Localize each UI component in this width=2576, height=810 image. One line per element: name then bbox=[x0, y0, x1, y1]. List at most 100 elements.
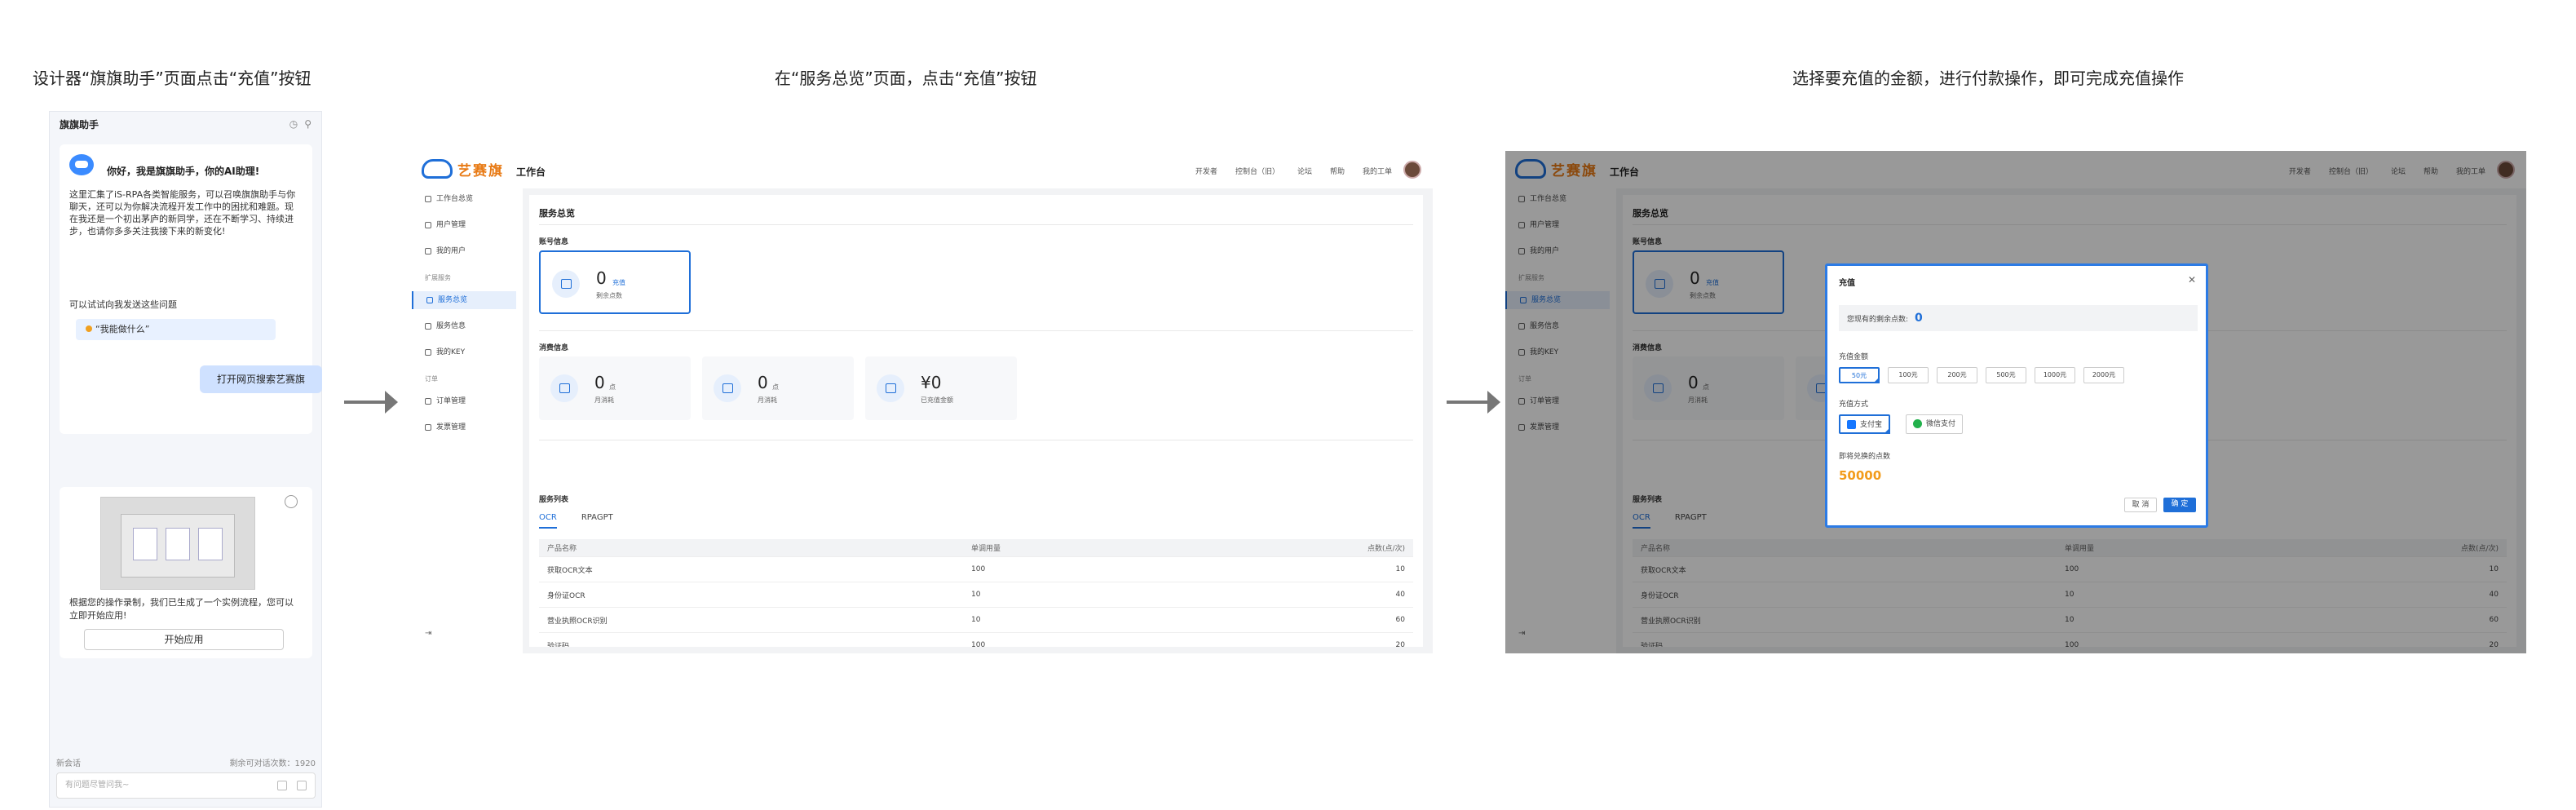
consume-value: 0 bbox=[594, 373, 605, 392]
sidebar-label: 我的KEY bbox=[436, 348, 466, 356]
service-table: 产品名称 单调用量 点数(点/次) 获取OCR文本 100 10 身份证OCR 10 40 … bbox=[539, 539, 1413, 647]
amount-option[interactable]: 100元 bbox=[1888, 367, 1929, 383]
invoice-icon bbox=[425, 424, 431, 431]
top-link-tickets[interactable]: 我的工单 bbox=[1363, 166, 1392, 176]
col-header: 点数(点/次) bbox=[1367, 545, 1405, 553]
modal-balance-label: 您现有的剩余点数: bbox=[1847, 316, 1909, 324]
pay-wechat[interactable]: 微信支付 bbox=[1906, 414, 1964, 434]
recharge-link[interactable]: 充值 bbox=[612, 278, 625, 287]
search-icon[interactable]: ⚲ bbox=[304, 118, 312, 130]
pay-alipay[interactable]: 支付宝 bbox=[1839, 414, 1891, 434]
top-link-console[interactable]: 控制台（旧） bbox=[1235, 166, 1279, 176]
sidebar-label: 我的用户 bbox=[436, 247, 466, 255]
table-row: 验证码 100 20 bbox=[539, 633, 1413, 647]
pay-label-text: 微信支付 bbox=[1926, 420, 1956, 428]
calendar-icon bbox=[550, 374, 578, 402]
service-overview-window: 艺赛旗 工作台 开发者 控制台（旧） 论坛 帮助 我的工单 工作台总览 用户管理… bbox=[412, 151, 1433, 653]
modal-balance-value: 0 bbox=[1915, 312, 1923, 325]
amount-option[interactable]: 50元 bbox=[1839, 367, 1880, 383]
service-section-title: 服务列表 bbox=[539, 496, 569, 504]
history-icon[interactable]: ◷ bbox=[289, 118, 298, 130]
order-icon bbox=[425, 398, 431, 405]
image-icon[interactable] bbox=[277, 781, 287, 790]
cell: 10 bbox=[1395, 565, 1405, 573]
sidebar-item-service-info[interactable]: 服务信息 bbox=[412, 317, 516, 335]
logo-text: 艺赛旗 bbox=[457, 163, 504, 179]
top-link-help[interactable]: 帮助 bbox=[1330, 166, 1345, 176]
cell: 10 bbox=[971, 616, 981, 624]
amount-label: 充值金额 bbox=[1839, 353, 1869, 361]
top-link-forum[interactable]: 论坛 bbox=[1297, 166, 1312, 176]
recharge-modal: 充值 ✕ 您现有的剩余点数: 0 充值金额 50元 100元 200元 500元 … bbox=[1825, 263, 2208, 528]
wallet-icon bbox=[552, 270, 580, 298]
cloud-logo-icon bbox=[422, 159, 453, 179]
zoom-icon[interactable] bbox=[285, 495, 298, 508]
sidebar-label: 工作台总览 bbox=[436, 195, 474, 203]
sidebar-item-my-users[interactable]: 我的用户 bbox=[412, 242, 516, 260]
welcome-card: 你好，我是旗旗助手，你的AI助理! 这里汇集了iS-RPA各类智能服务，可以召唤… bbox=[60, 144, 322, 434]
greeting: 你好，我是旗旗助手，你的AI助理! bbox=[107, 166, 260, 177]
flow-thumbnail[interactable] bbox=[100, 497, 255, 590]
close-icon[interactable]: ✕ bbox=[2188, 274, 2196, 285]
service-overview-page: 服务总览 账号信息 0 充值 剩余点数 消费信息 0 点 月消耗 0 点 月消耗 bbox=[529, 195, 1423, 647]
arrow-right-icon bbox=[1447, 391, 1500, 414]
send-icon[interactable] bbox=[297, 781, 307, 790]
assistant-header: 旗旗助手 ◷ ⚲ bbox=[50, 112, 321, 136]
assistant-title: 旗旗助手 bbox=[60, 118, 99, 131]
consume-unit: 点 bbox=[772, 383, 779, 391]
sidebar-group-expand: 扩展服务 bbox=[425, 274, 451, 281]
cell: 身份证OCR bbox=[547, 591, 585, 600]
sidebar-item-orders[interactable]: 订单管理 bbox=[412, 392, 516, 410]
cell: 40 bbox=[1395, 591, 1405, 599]
points-label: 即将兑换的点数 bbox=[1839, 453, 1891, 461]
tab-ocr[interactable]: OCR bbox=[539, 513, 557, 529]
consume-card: 0 点 月消耗 bbox=[539, 356, 691, 420]
sidebar-item-invoices[interactable]: 发票管理 bbox=[412, 418, 516, 436]
sidebar: 工作台总览 用户管理 我的用户 扩展服务 服务总览 服务信息 我的KEY 订单 … bbox=[412, 188, 516, 653]
top-bar: 艺赛旗 工作台 开发者 控制台（旧） 论坛 帮助 我的工单 bbox=[412, 151, 1433, 188]
grid-icon bbox=[426, 297, 433, 303]
cell: 100 bbox=[971, 565, 986, 573]
top-links: 开发者 控制台（旧） 论坛 帮助 我的工单 bbox=[1195, 166, 1392, 176]
col-header: 产品名称 bbox=[547, 545, 577, 553]
sidebar-item-my-key[interactable]: 我的KEY bbox=[412, 343, 516, 361]
cell: 100 bbox=[971, 641, 986, 647]
new-session-button[interactable]: 新会话 bbox=[56, 756, 81, 768]
top-link-developer[interactable]: 开发者 bbox=[1195, 166, 1217, 176]
assistant-panel: 旗旗助手 ◷ ⚲ 你好，我是旗旗助手，你的AI助理! 这里汇集了iS-RPA各类智… bbox=[49, 111, 322, 808]
amount-option[interactable]: 500元 bbox=[1986, 367, 2026, 383]
sidebar-item-users[interactable]: 用户管理 bbox=[412, 216, 516, 234]
sidebar-label: 发票管理 bbox=[436, 423, 466, 432]
consume-value: ¥0 bbox=[921, 373, 942, 392]
sidebar-group-order: 订单 bbox=[425, 375, 438, 383]
step3-caption: 选择要充值的金额，进行付款操作，即可完成充值操作 bbox=[1792, 69, 2184, 88]
cell: 60 bbox=[1395, 616, 1405, 624]
table-row: 身份证OCR 10 40 bbox=[539, 582, 1413, 608]
tab-rpagpt[interactable]: RPAGPT bbox=[581, 513, 613, 529]
amount-option[interactable]: 1000元 bbox=[2035, 367, 2075, 383]
confirm-button[interactable]: 确 定 bbox=[2163, 498, 2196, 512]
cancel-button[interactable]: 取 消 bbox=[2124, 498, 2157, 512]
amount-option[interactable]: 200元 bbox=[1937, 367, 1977, 383]
start-button[interactable]: 开始应用 bbox=[84, 629, 284, 650]
chat-input[interactable]: 有问题尽管问我~ bbox=[56, 772, 316, 799]
home-icon bbox=[425, 248, 431, 255]
cell: 验证码 bbox=[547, 642, 570, 648]
suggestion-chip[interactable]: “我能做什么” bbox=[76, 319, 276, 340]
avatar[interactable] bbox=[1403, 161, 1421, 179]
collapse-icon[interactable]: ⇥ bbox=[425, 629, 431, 638]
assistant-footer: 新会话 剩余可对话次数：1920 bbox=[56, 756, 316, 768]
page-title: 服务总览 bbox=[539, 208, 575, 219]
user-icon bbox=[425, 222, 431, 228]
bulb-icon bbox=[86, 325, 92, 332]
amount-option[interactable]: 2000元 bbox=[2083, 367, 2124, 383]
step1-caption: 设计器“旗旗助手”页面点击“充值”按钮 bbox=[33, 69, 312, 88]
main-content: 服务总览 账号信息 0 充值 剩余点数 消费信息 0 点 月消耗 0 点 月消耗 bbox=[523, 188, 1433, 653]
suggestion-label: “我能做什么” bbox=[95, 324, 150, 334]
sidebar-item-service-overview[interactable]: 服务总览 bbox=[412, 291, 516, 309]
dashboard-icon bbox=[425, 196, 431, 202]
logo[interactable]: 艺赛旗 bbox=[422, 157, 519, 182]
sidebar-label: 用户管理 bbox=[436, 221, 466, 229]
consume-section-title: 消费信息 bbox=[539, 344, 569, 352]
sidebar-item-dashboard[interactable]: 工作台总览 bbox=[412, 190, 516, 208]
